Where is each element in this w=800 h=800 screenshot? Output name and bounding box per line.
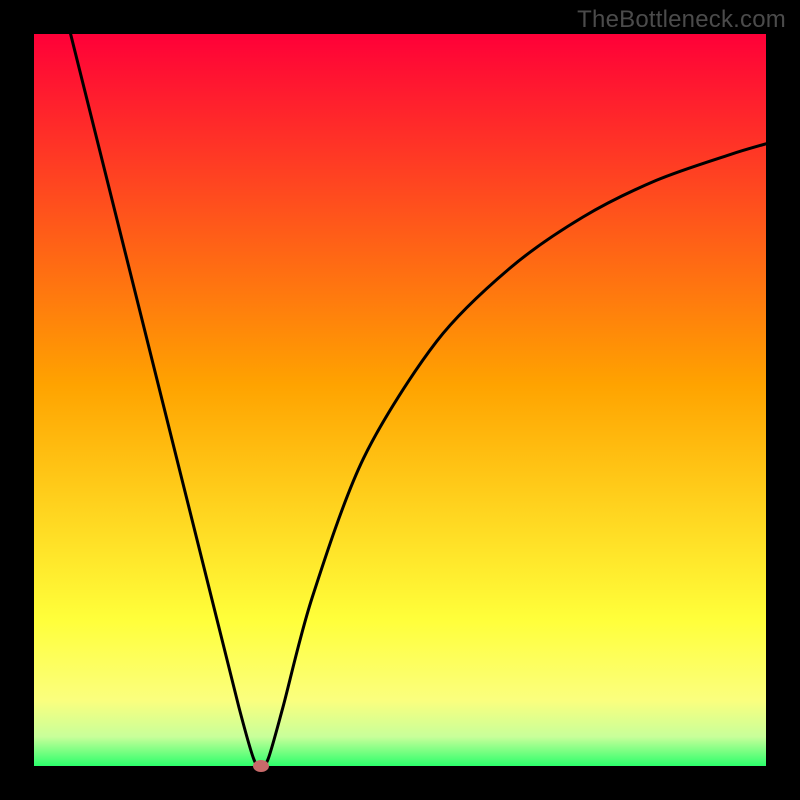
- minimum-marker: [253, 760, 269, 772]
- bottleneck-curve: [34, 34, 766, 766]
- plot-area: [34, 34, 766, 766]
- chart-frame: TheBottleneck.com: [0, 0, 800, 800]
- watermark-text: TheBottleneck.com: [577, 6, 786, 34]
